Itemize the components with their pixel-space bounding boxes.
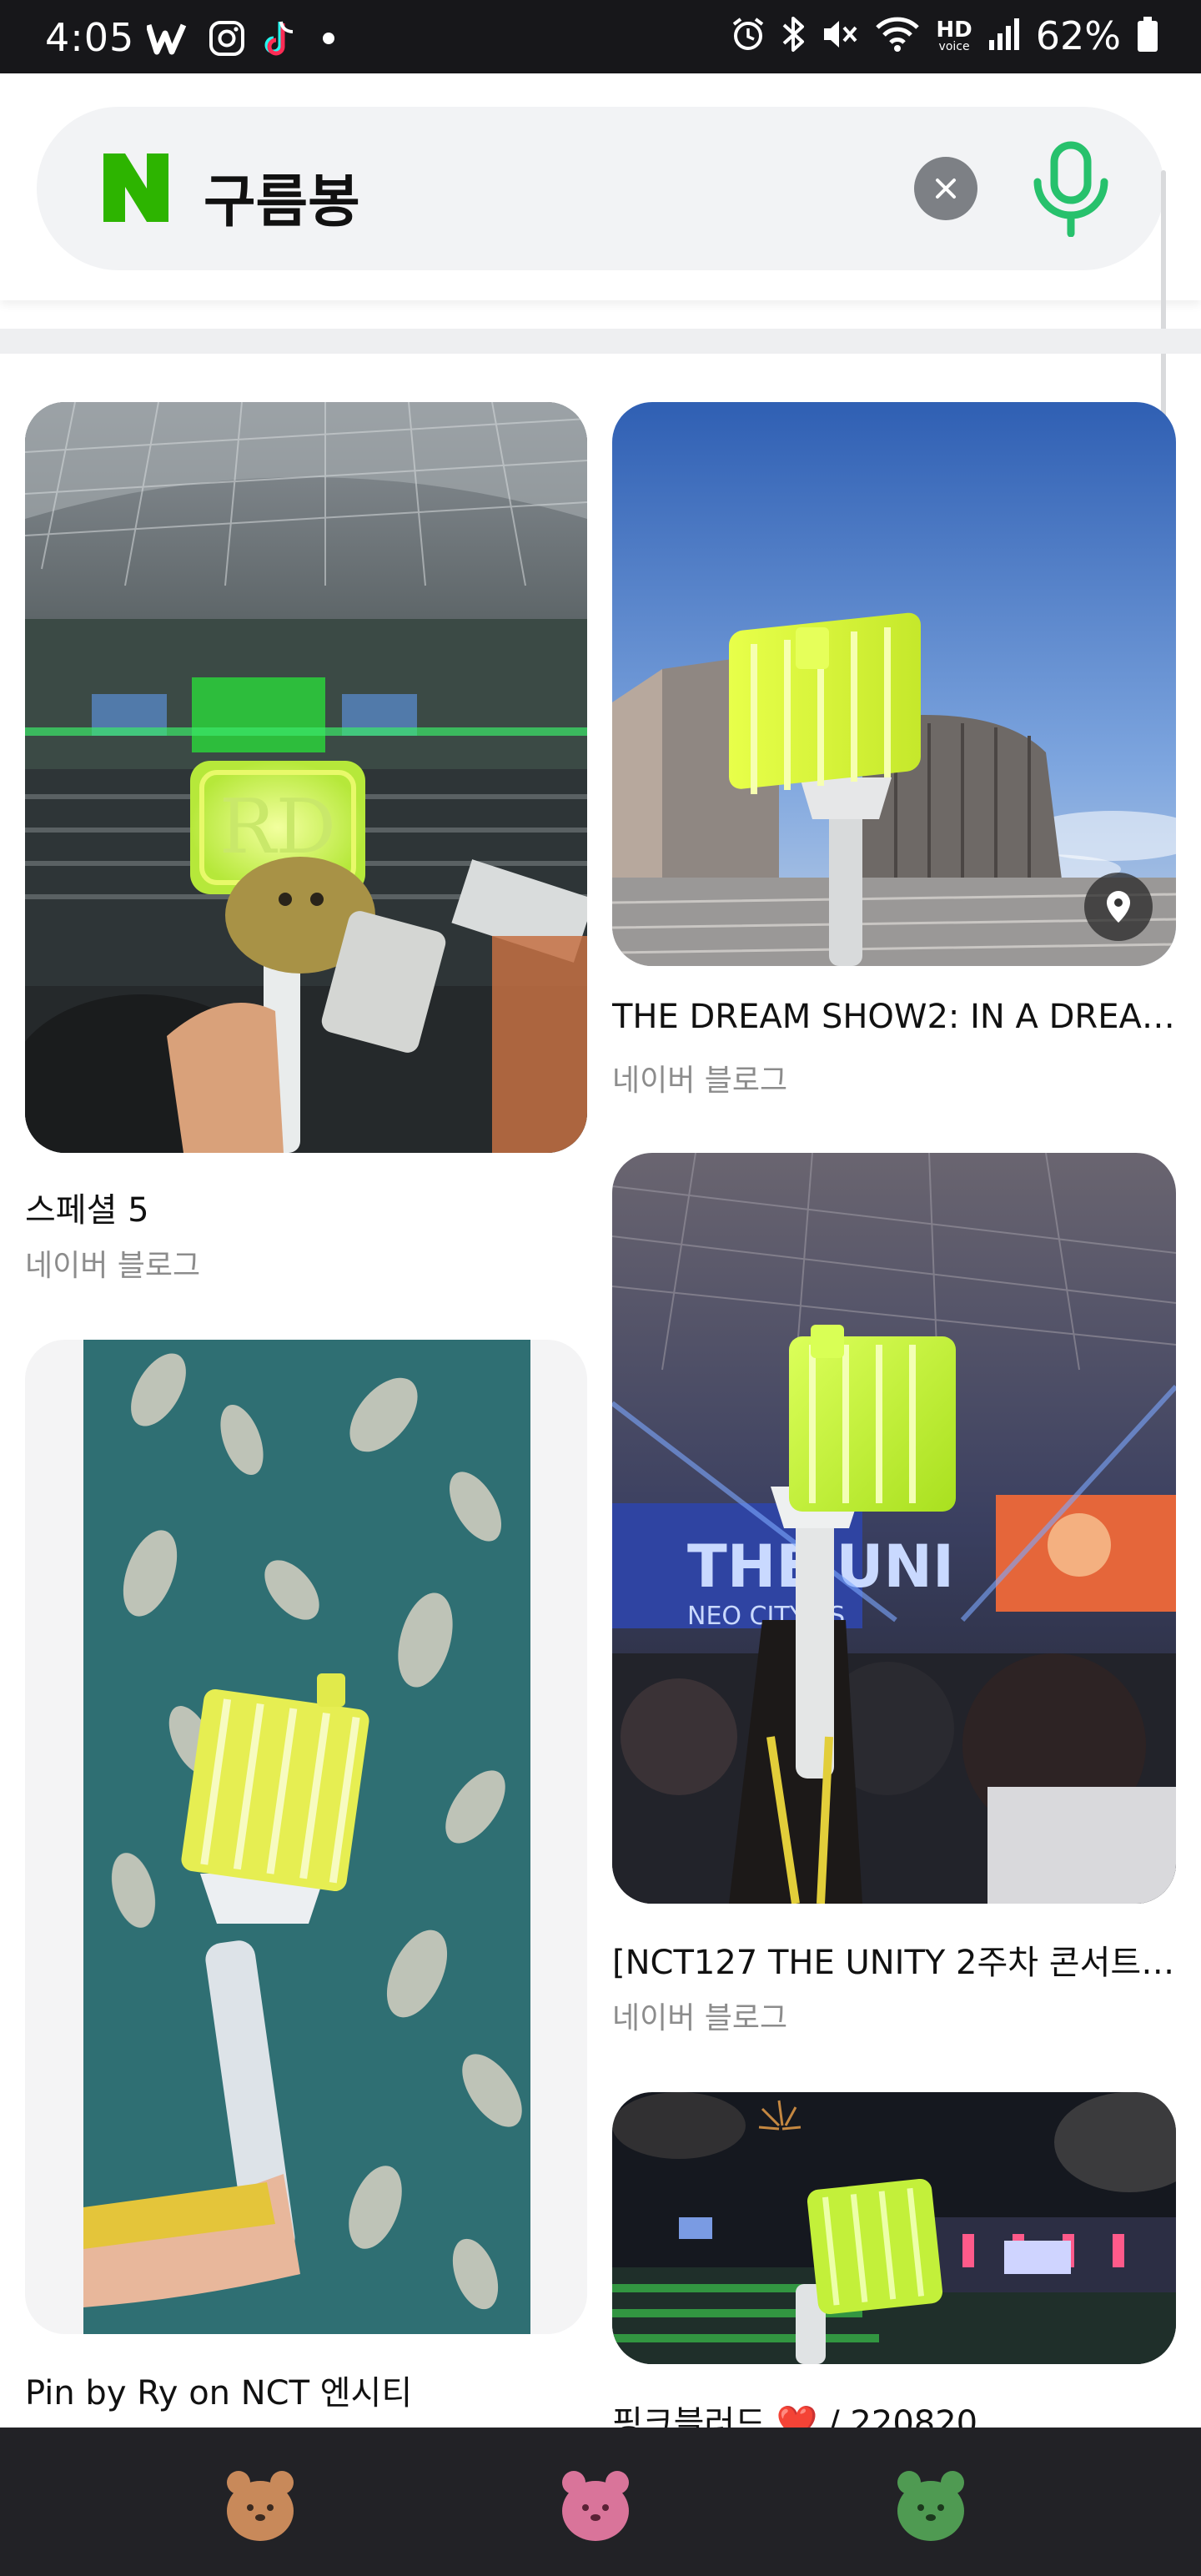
close-icon bbox=[936, 179, 956, 199]
green-bear-icon bbox=[897, 2471, 964, 2541]
svg-text:RD: RD bbox=[219, 783, 336, 871]
status-system-icons: HD voice 62% bbox=[731, 13, 1159, 58]
pink-bear-icon bbox=[562, 2471, 629, 2541]
clear-search-button[interactable] bbox=[914, 157, 977, 220]
result-source: 네이버 블로그 bbox=[612, 2001, 788, 2035]
map-pin-icon bbox=[1107, 891, 1130, 923]
search-input[interactable]: 구름봉 bbox=[204, 155, 360, 238]
nav-item-left[interactable] bbox=[220, 2464, 300, 2544]
result-source: 네이버 블로그 bbox=[25, 1249, 201, 1283]
mute-icon bbox=[821, 16, 859, 56]
microphone-icon[interactable] bbox=[1026, 140, 1116, 237]
naver-logo[interactable] bbox=[100, 150, 172, 225]
scrollbar[interactable] bbox=[1161, 170, 1166, 429]
status-notification-icons bbox=[145, 18, 339, 62]
bluetooth-icon bbox=[781, 15, 806, 57]
status-time: 4:05 bbox=[45, 15, 135, 60]
nav-item-right[interactable] bbox=[891, 2464, 971, 2544]
result-source: 네이버 블로그 bbox=[612, 1064, 788, 1098]
result-image[interactable]: THE UNI NEO CITY : S bbox=[612, 1153, 1176, 1904]
status-bar: 4:05 HD voice 62% bbox=[0, 0, 1201, 73]
battery-percentage: 62% bbox=[1035, 13, 1121, 58]
location-badge[interactable] bbox=[1084, 873, 1153, 941]
bottom-navigation bbox=[0, 2428, 1201, 2576]
hd-voice-icon: HD voice bbox=[936, 18, 972, 53]
result-title[interactable]: 스페셜 5 bbox=[25, 1183, 587, 1231]
result-title[interactable]: THE DREAM SHOW2: IN A DREA… bbox=[612, 998, 1176, 1036]
brown-bear-icon bbox=[227, 2471, 294, 2541]
result-image[interactable] bbox=[25, 1340, 587, 2334]
nav-item-center[interactable] bbox=[555, 2464, 636, 2544]
result-title[interactable]: [NCT127 THE UNITY 2주차 콘서트 … bbox=[612, 1935, 1176, 1984]
search-header: 구름봉 bbox=[0, 73, 1201, 300]
result-image[interactable]: RD bbox=[25, 402, 587, 1153]
dot-icon bbox=[319, 28, 339, 52]
section-divider bbox=[0, 329, 1201, 354]
search-bar[interactable]: 구름봉 bbox=[37, 107, 1164, 270]
result-title[interactable]: Pin by Ry on NCT 엔시티 bbox=[25, 2366, 587, 2414]
battery-icon bbox=[1136, 15, 1159, 57]
wifi-icon bbox=[874, 16, 921, 56]
instagram-icon bbox=[209, 20, 245, 60]
w-icon bbox=[145, 22, 190, 58]
alarm-icon bbox=[731, 16, 766, 56]
result-image[interactable] bbox=[612, 402, 1176, 966]
signal-icon bbox=[987, 17, 1021, 55]
tiktok-icon bbox=[264, 18, 300, 62]
result-image[interactable] bbox=[612, 2092, 1176, 2364]
